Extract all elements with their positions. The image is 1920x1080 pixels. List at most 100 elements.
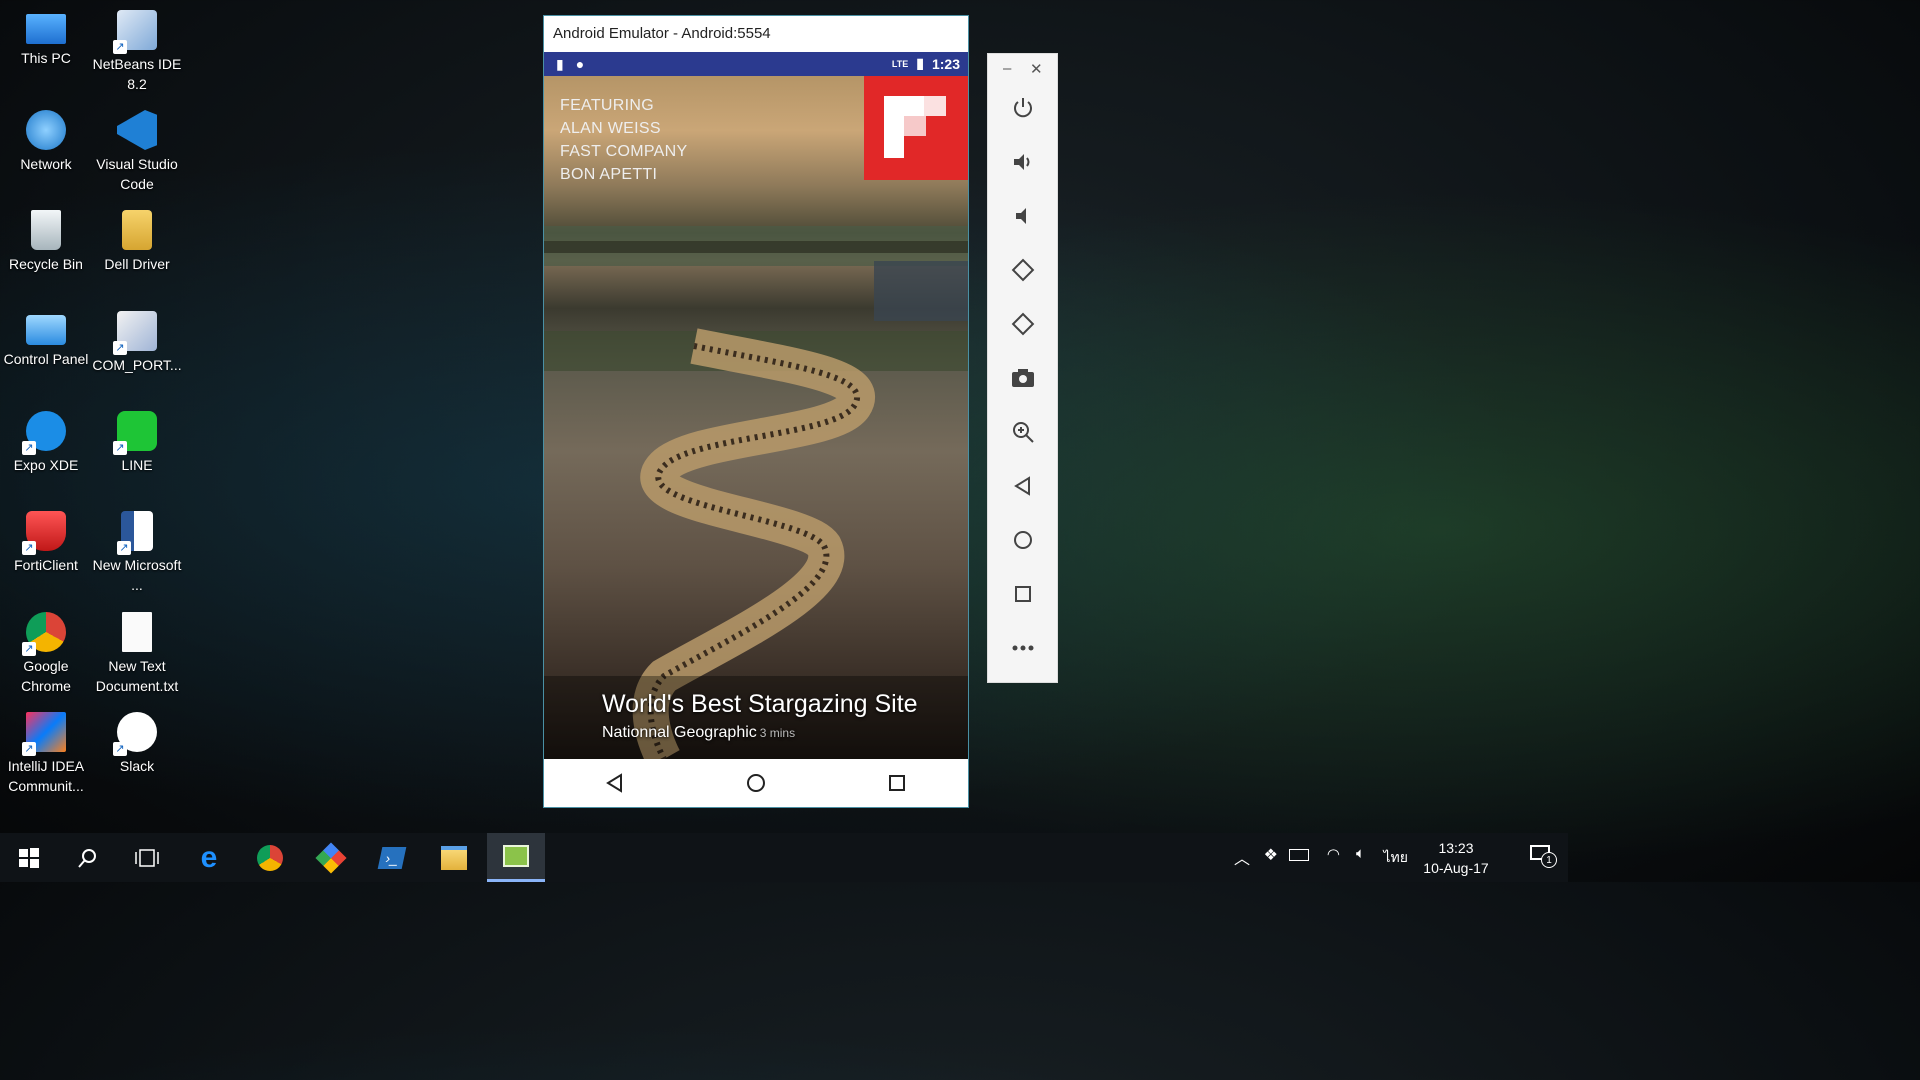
desktop-icon-vscode[interactable]: Visual Studio Code	[91, 104, 183, 194]
emulator-toolbar: – ✕	[987, 53, 1058, 683]
overview-icon	[1015, 586, 1031, 602]
desktop-icon-com-port[interactable]: COM_PORT...	[91, 305, 183, 375]
zoom-icon	[1013, 422, 1034, 443]
desktop-icon-recycle-bin[interactable]: Recycle Bin	[0, 204, 92, 274]
desktop-icon-forticlient[interactable]: FortiClient	[0, 505, 92, 575]
rotate-left-button[interactable]	[1008, 255, 1038, 285]
story-source: Nationnal Geographic 3 mins	[602, 724, 795, 742]
screenshot-button[interactable]	[1008, 363, 1038, 393]
netbeans-icon	[113, 10, 157, 54]
desktop-icon-this-pc[interactable]: This PC	[0, 4, 92, 68]
git-icon	[315, 841, 347, 874]
edge-icon: e	[200, 840, 218, 874]
language-indicator[interactable]: ไทย	[1384, 847, 1408, 869]
desktop-icon-slack[interactable]: Slack	[91, 706, 183, 776]
android-status-bar: ▮ ● LTE ▮ 1:23	[544, 52, 968, 76]
nav-recents-button[interactable]	[877, 763, 917, 803]
volume-icon[interactable]: 🔈︎	[1356, 845, 1365, 862]
home-icon	[746, 774, 765, 792]
featuring-heading: FEATURING	[560, 97, 654, 114]
powershell-icon: ›_	[377, 846, 407, 869]
close-button[interactable]: ✕	[1030, 60, 1043, 78]
notification-center-button[interactable]: 1	[1530, 845, 1557, 868]
desktop-icon-line[interactable]: LINE	[91, 405, 183, 475]
rotate-right-icon	[1011, 312, 1035, 336]
featuring-item[interactable]: ALAN WEISS	[560, 117, 687, 140]
taskbar-edge[interactable]: e	[180, 833, 238, 882]
wifi-icon[interactable]: ◠	[1327, 845, 1340, 863]
chrome-icon	[257, 844, 283, 871]
clock[interactable]: 13:23 10-Aug-17	[1416, 838, 1496, 878]
lte-signal-icon: LTE	[891, 58, 909, 69]
android-debug-icon: ●	[575, 56, 585, 72]
nav-back-button[interactable]	[595, 763, 635, 803]
app-screen[interactable]: FEATURING ALAN WEISS FAST COMPANY BON AP…	[544, 76, 968, 759]
toolbar-overview-button[interactable]	[1008, 579, 1038, 609]
search-icon	[78, 848, 96, 868]
clock-date: 10-Aug-17	[1423, 860, 1489, 876]
word-doc-icon	[117, 511, 153, 555]
volume-up-button[interactable]	[1008, 147, 1038, 177]
more-button[interactable]	[1008, 633, 1038, 663]
featuring-item[interactable]: FAST COMPANY	[560, 140, 687, 163]
more-icon	[1012, 645, 1034, 651]
network-icon	[26, 110, 66, 150]
story-headline[interactable]: World's Best Stargazing Site	[602, 690, 918, 719]
volume-down-icon	[1016, 208, 1026, 224]
intellij-icon	[22, 712, 66, 756]
android-emulator-icon	[503, 845, 529, 867]
file-explorer-icon	[441, 845, 467, 870]
taskbar-powershell[interactable]: ›_	[363, 833, 421, 882]
recents-icon	[889, 775, 906, 791]
battery-icon: ▮	[916, 55, 924, 71]
emulator-title: Android Emulator - Android:5554	[553, 25, 771, 42]
featuring-item[interactable]: BON APETTI	[560, 163, 687, 186]
task-view-button[interactable]	[118, 833, 176, 882]
task-view-icon	[135, 848, 159, 867]
desktop-icon-dell-driver[interactable]: Dell Driver	[91, 204, 183, 274]
featuring-list: FEATURING ALAN WEISS FAST COMPANY BON AP…	[560, 94, 687, 186]
control-panel-icon	[26, 315, 66, 345]
desktop-icon-intellij[interactable]: IntelliJ IDEA Communit...	[0, 706, 92, 796]
power-icon	[1014, 98, 1032, 118]
toolbar-back-button[interactable]	[1008, 471, 1038, 501]
notification-count: 1	[1541, 852, 1557, 868]
this-pc-icon	[26, 14, 66, 44]
nav-home-button[interactable]	[736, 763, 776, 803]
battery-icon[interactable]	[1289, 849, 1309, 861]
chrome-icon	[22, 612, 66, 656]
flipboard-logo	[864, 76, 968, 180]
emulator-window[interactable]: Android Emulator - Android:5554 ▮ ● LTE …	[543, 15, 969, 808]
taskbar-chrome[interactable]	[241, 833, 299, 882]
status-time: 1:23	[931, 55, 960, 72]
desktop-icon-expo-xde[interactable]: Expo XDE	[0, 405, 92, 475]
taskbar-file-explorer[interactable]	[425, 833, 483, 882]
back-icon	[1014, 476, 1030, 496]
clock-time: 13:23	[1438, 840, 1474, 856]
forticlient-icon	[22, 511, 66, 555]
search-button[interactable]	[59, 833, 117, 882]
desktop-icon-text-doc[interactable]: New Text Document.txt	[91, 606, 183, 696]
rotate-right-button[interactable]	[1008, 309, 1038, 339]
minimize-button[interactable]: –	[1003, 60, 1011, 77]
desktop-icon-control-panel[interactable]: Control Panel	[0, 305, 92, 369]
com-port-icon	[113, 311, 157, 355]
power-button[interactable]	[1008, 93, 1038, 123]
show-hidden-icons-button[interactable]: ︿	[1234, 845, 1250, 869]
zoom-button[interactable]	[1008, 417, 1038, 447]
toolbar-home-button[interactable]	[1008, 525, 1038, 555]
start-button[interactable]	[0, 833, 58, 882]
desktop-icon-google-chrome[interactable]: Google Chrome	[0, 606, 92, 696]
source-name: Nationnal Geographic	[602, 724, 757, 741]
line-icon	[113, 411, 157, 455]
desktop-icon-word-doc[interactable]: New Microsoft ...	[91, 505, 183, 595]
desktop-icon-network[interactable]: Network	[0, 104, 92, 174]
text-doc-icon	[122, 612, 152, 652]
taskbar-android-emulator[interactable]	[487, 833, 545, 882]
rotate-left-icon	[1011, 258, 1035, 282]
camera-icon	[1012, 369, 1034, 387]
desktop-icon-netbeans[interactable]: NetBeans IDE 8.2	[91, 4, 183, 94]
volume-down-button[interactable]	[1008, 201, 1038, 231]
taskbar-git[interactable]	[302, 833, 360, 882]
dropbox-icon[interactable]: ❖	[1264, 845, 1278, 865]
